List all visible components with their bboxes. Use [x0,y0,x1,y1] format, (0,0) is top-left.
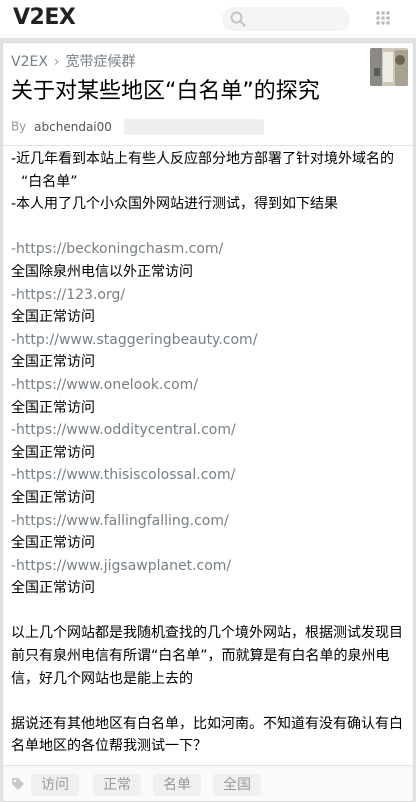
tag-item[interactable]: 访问 [31,774,79,796]
content-line [11,690,406,713]
topic-title: 关于对某些地区“白名单”的探究 [11,79,320,104]
content-line: 全国正常访问 [11,580,95,597]
redacted-meta [123,119,264,135]
breadcrumb: V2EX › 宽带症候群 [11,51,136,71]
content-line: 全国正常访问 [11,309,95,326]
topic-meta: By abchendai00 [11,119,264,135]
content-link[interactable]: -https://www.odditycentral.com/ [11,419,406,442]
content-link[interactable]: -https://www.onelook.com/ [11,374,406,397]
content-line: 据说还有其他地区有白名单，比如河南。不知道有没有确认有白 [11,715,403,732]
avatar[interactable] [370,48,408,86]
content-line: -近几年看到本站上有些人反应部分地方部署了针对境外域名的 [11,151,395,167]
search-icon [230,11,246,27]
menu-icon[interactable] [376,10,390,29]
content-line: 全国正常访问 [11,444,95,461]
content-line: 全国正常访问 [11,535,95,552]
search-input[interactable] [222,7,350,31]
content-line: 全国正常访问 [11,399,95,416]
content-line: 全国正常访问 [11,354,95,371]
content-line: 信，好几个网站也是能上去的 [11,670,193,687]
tag-item[interactable]: 全国 [213,774,261,796]
content-link[interactable]: -https://123.org/ [11,284,406,307]
content-line: -本人用了几个小众国外网站进行测试，得到如下结果 [11,196,339,213]
content-line: 名单地区的各位帮我测试一下？ [11,738,207,755]
content-link[interactable]: -http://www.staggeringbeauty.com/ [11,329,406,352]
by-label: By [11,119,27,134]
content-line [11,600,406,623]
top-bar: V2EX [0,0,416,39]
content-line: 前只有泉州电信有所谓“白名单”，而就算是有白名单的泉州电 [11,648,390,665]
breadcrumb-home[interactable]: V2EX [11,54,48,70]
content-line: 全国除泉州电信以外正常访问 [11,263,193,280]
author-link[interactable]: abchendai00 [34,120,112,134]
content-link[interactable]: -https://beckoningchasm.com/ [11,238,406,261]
breadcrumb-separator: › [53,54,60,70]
tag-bar: 访问 正常 名单 全国 [3,766,413,801]
content-link[interactable]: -https://www.thisiscolossal.com/ [11,464,406,487]
tag-item[interactable]: 正常 [93,774,141,796]
tag-icon [12,778,24,790]
topic-box: V2EX › 宽带症候群 关于对某些地区“白名单”的探究 By abchendai0… [2,42,414,802]
content-line: “白名单” [21,173,78,190]
divider [3,145,413,146]
topic-content: -近几年看到本站上有些人反应部分地方部署了针对境外域名的 “白名单” -本人用了几个… [11,148,406,758]
content-line: 以上几个网站都是我随机查找的几个境外网站，根据测试发现目 [11,625,403,642]
content-link[interactable]: -https://www.fallingfalling.com/ [11,510,406,533]
tag-item[interactable]: 名单 [153,774,201,796]
content-line [11,216,406,239]
site-logo[interactable]: V2EX [13,5,76,30]
content-line: 全国正常访问 [11,489,95,506]
breadcrumb-node[interactable]: 宽带症候群 [66,54,136,70]
content-link[interactable]: -https://www.jigsawplanet.com/ [11,555,406,578]
